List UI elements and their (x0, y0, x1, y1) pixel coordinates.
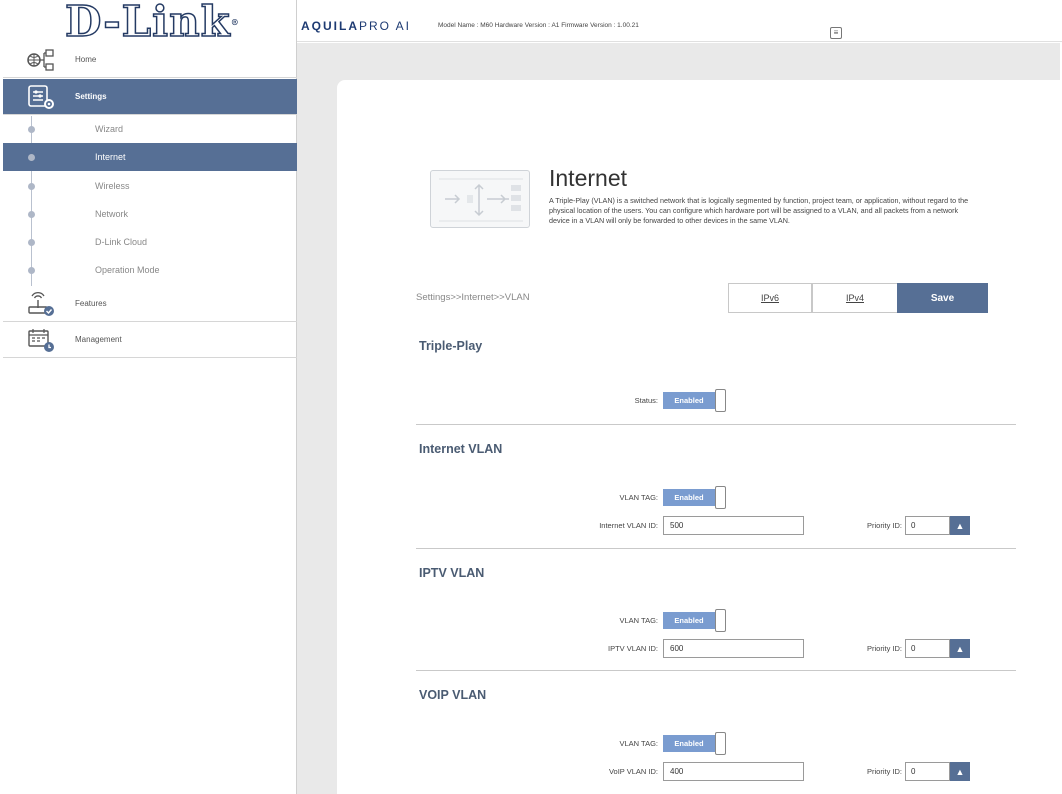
internet-vlan-id-label: Internet VLAN ID: (599, 521, 658, 530)
sidebar-sub-label: D-Link Cloud (95, 237, 148, 247)
sidebar-sub-label: Network (95, 209, 129, 219)
sidebar-item-dlink-cloud[interactable]: D-Link Cloud (3, 228, 297, 256)
voip-vlan-tag-toggle[interactable]: Enabled (663, 732, 727, 755)
vlan-illustration (430, 170, 530, 228)
internet-priority-label: Priority ID: (866, 521, 902, 530)
sidebar-item-wizard[interactable]: Wizard (3, 115, 297, 143)
breadcrumb: Settings>>Internet>>VLAN (416, 292, 530, 303)
sidebar-sub-label: Wizard (95, 124, 124, 134)
submenu-dot (28, 210, 35, 218)
sidebar-item-features[interactable]: Features (3, 286, 297, 322)
sidebar-sub-label: Internet (95, 152, 126, 162)
sidebar-item-settings[interactable]: Settings (3, 79, 297, 115)
sidebar-settings-label: Settings (75, 92, 107, 101)
submenu-dot (28, 238, 35, 246)
priority-value: 0 (905, 516, 950, 535)
iptv-vlan-title: IPTV VLAN (419, 566, 485, 580)
settings-gear-icon (23, 82, 59, 112)
sidebar-item-home[interactable]: Home (3, 42, 297, 78)
ipv4-button[interactable]: IPv4 (812, 283, 898, 313)
chevron-up-icon[interactable]: ▲ (950, 762, 970, 781)
status-label: Status: (634, 396, 658, 405)
top-bar: AQUILAPRO AI Model Name : M60 Hardware V… (297, 0, 1062, 42)
iptv-priority-label: Priority ID: (866, 644, 902, 653)
voip-vlan-id-label: VoIP VLAN ID: (608, 767, 658, 776)
voip-vlan-tag-label: VLAN TAG: (619, 739, 659, 748)
priority-value: 0 (905, 639, 950, 658)
internet-priority-select[interactable]: 0 ▲ (905, 516, 970, 535)
internet-vlan-tag-toggle[interactable]: Enabled (663, 486, 727, 509)
sidebar-item-operation-mode[interactable]: Operation Mode (3, 256, 297, 284)
calendar-clock-icon (23, 325, 59, 355)
section-divider (416, 424, 1016, 425)
toggle-knob (715, 609, 726, 632)
network-home-icon (23, 45, 59, 75)
voip-vlan-title: VOIP VLAN (419, 688, 487, 702)
voip-priority-select[interactable]: 0 ▲ (905, 762, 970, 781)
sidebar-item-network[interactable]: Network (3, 200, 297, 228)
page-description: A Triple-Play (VLAN) is a switched netwo… (549, 196, 969, 225)
sidebar: D-Link® Home Settings Wizard Internet Wi… (3, 0, 297, 794)
iptv-priority-select[interactable]: 0 ▲ (905, 639, 970, 658)
section-divider (416, 548, 1016, 549)
save-button[interactable]: Save (897, 283, 988, 313)
submenu-dot (28, 266, 35, 274)
toggle-state: Enabled (663, 612, 715, 629)
document-icon[interactable]: ≡ (830, 27, 842, 39)
sidebar-sub-label: Operation Mode (95, 265, 160, 275)
sidebar-item-internet[interactable]: Internet (3, 143, 297, 171)
chevron-up-icon[interactable]: ▲ (950, 516, 970, 535)
chevron-up-icon[interactable]: ▲ (950, 639, 970, 658)
triple-play-title: Triple-Play (419, 339, 483, 353)
model-info: Model Name : M60 Hardware Version : A1 F… (438, 22, 639, 29)
submenu-dot (28, 125, 35, 133)
iptv-vlan-tag-label: VLAN TAG: (619, 616, 659, 625)
submenu-dot (28, 182, 35, 190)
aquila-pro-brand: AQUILAPRO AI (301, 19, 412, 33)
toggle-knob (715, 389, 726, 412)
section-divider (416, 670, 1016, 671)
toggle-knob (715, 486, 726, 509)
internet-vlan-title: Internet VLAN (419, 442, 503, 456)
iptv-vlan-id-label: IPTV VLAN ID: (607, 644, 658, 653)
sidebar-features-label: Features (75, 299, 107, 308)
submenu-dot (28, 153, 35, 161)
voip-priority-label: Priority ID: (866, 767, 902, 776)
dlink-logo: D-Link® (64, 0, 240, 46)
sidebar-sub-label: Wireless (95, 181, 130, 191)
sidebar-item-wireless[interactable]: Wireless (3, 172, 297, 200)
sidebar-management-label: Management (75, 335, 122, 344)
iptv-vlan-id-input[interactable]: 600 (663, 639, 804, 658)
ipv6-button[interactable]: IPv6 (728, 283, 812, 313)
toggle-state: Enabled (663, 489, 715, 506)
sidebar-item-management[interactable]: Management (3, 322, 297, 358)
router-check-icon (23, 289, 59, 319)
voip-vlan-id-input[interactable]: 400 (663, 762, 804, 781)
toggle-knob (715, 732, 726, 755)
status-toggle[interactable]: Enabled (663, 389, 727, 412)
internet-vlan-tag-label: VLAN TAG: (619, 493, 659, 502)
toggle-state: Enabled (663, 735, 715, 752)
sidebar-home-label: Home (75, 55, 97, 64)
iptv-vlan-tag-toggle[interactable]: Enabled (663, 609, 727, 632)
page-title: Internet (549, 165, 627, 191)
priority-value: 0 (905, 762, 950, 781)
toggle-state: Enabled (663, 392, 715, 409)
internet-vlan-id-input[interactable]: 500 (663, 516, 804, 535)
